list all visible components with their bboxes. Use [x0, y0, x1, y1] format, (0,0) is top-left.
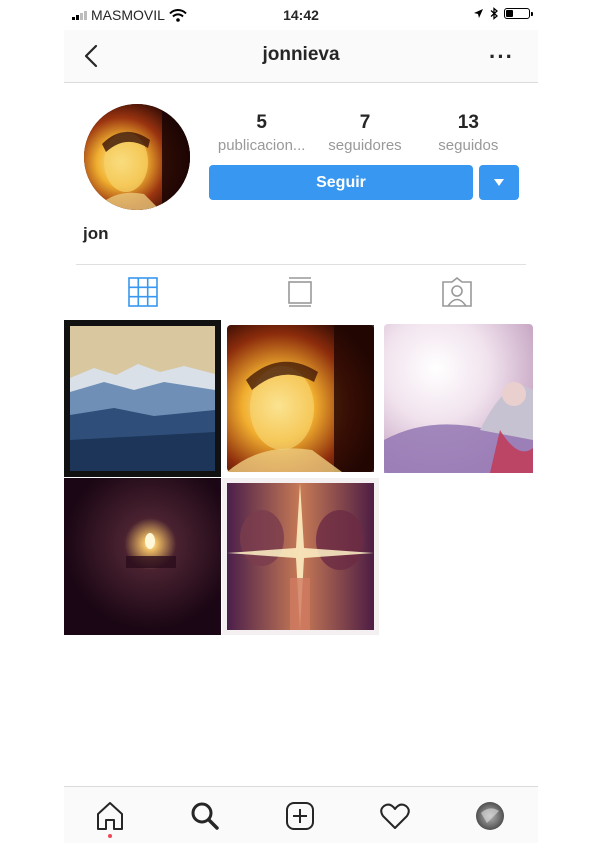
profile-name: jon [83, 224, 109, 243]
profile-view-tabs [76, 264, 526, 319]
grid-photo-friends[interactable] [222, 478, 379, 635]
heart-icon[interactable] [378, 799, 412, 833]
posts-count: 5 [256, 112, 267, 133]
grid-photo-couch[interactable] [380, 320, 537, 477]
grid-photo-selfie[interactable] [222, 320, 379, 477]
following-stat[interactable]: 13 seguidos [417, 112, 520, 154]
followers-stat[interactable]: 7 seguidores [313, 112, 416, 154]
chevron-down-icon [494, 179, 504, 186]
status-right-group [473, 7, 533, 20]
avatar[interactable] [473, 799, 507, 833]
more-dots-icon[interactable]: ··· [489, 44, 514, 70]
followers-label: seguidores [328, 137, 402, 154]
profile-avatar[interactable] [84, 104, 190, 210]
grid-icon[interactable] [126, 275, 160, 309]
profile-header: jonnieva ··· [64, 30, 538, 83]
grid-photo-mountains[interactable] [64, 320, 221, 477]
tagged-person-icon[interactable] [440, 275, 474, 309]
bottom-tab-bar [64, 786, 538, 843]
avatar-photo [84, 104, 190, 210]
search-icon[interactable] [188, 799, 222, 833]
profile-stats: 5 publicacion... 7 seguidores 13 seguido… [210, 112, 520, 154]
following-label: seguidos [438, 137, 499, 154]
posts-stat[interactable]: 5 publicacion... [210, 112, 313, 154]
header-username: jonnieva [262, 44, 340, 65]
follow-button[interactable]: Seguir [209, 165, 473, 200]
posts-label: publicacion... [217, 137, 306, 154]
bluetooth-icon [490, 7, 498, 20]
following-count: 13 [457, 112, 479, 133]
grid-photo-candle[interactable] [64, 478, 221, 635]
phone-screen: MASMOVIL 14:42 jonnieva ··· 5 publicacio… [64, 0, 538, 843]
suggestions-dropdown-button[interactable] [479, 165, 519, 200]
followers-count: 7 [359, 112, 371, 133]
battery-icon [504, 8, 533, 19]
notification-dot [108, 834, 112, 838]
clock: 14:42 [283, 7, 319, 23]
plus-square-icon[interactable] [283, 799, 317, 833]
feed-list-icon[interactable] [283, 275, 317, 309]
location-arrow-icon [474, 9, 483, 18]
status-bar: MASMOVIL 14:42 [64, 0, 538, 30]
home-icon[interactable] [93, 799, 127, 833]
